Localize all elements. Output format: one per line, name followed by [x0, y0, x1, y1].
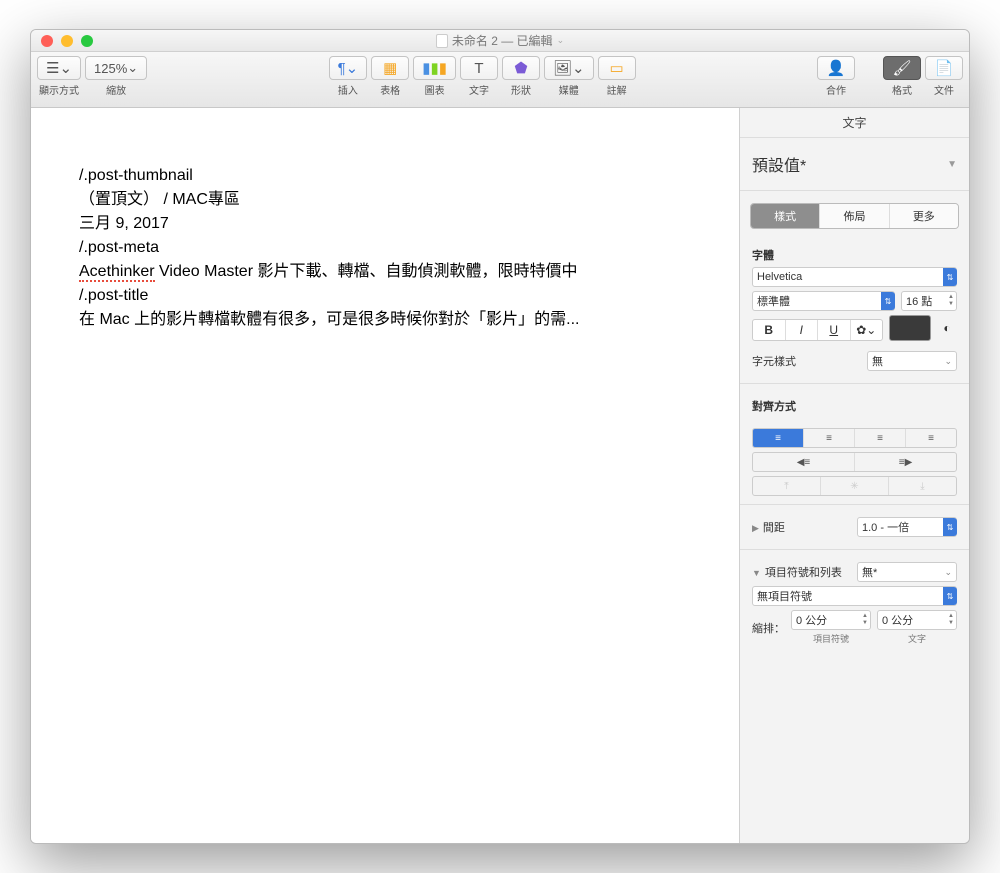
- window-title: 未命名 2 — 已編輯 ⌄: [31, 32, 969, 49]
- doc-line: /.post-thumbnail: [79, 164, 691, 188]
- color-picker-button[interactable]: ◐: [937, 315, 957, 341]
- bullet-type-select[interactable]: 無項目符號⇅: [752, 586, 957, 606]
- textbox-button[interactable]: T文字: [460, 56, 498, 97]
- inspector-segments: 樣式 佈局 更多: [750, 203, 959, 229]
- char-style-select[interactable]: 無⌄: [867, 351, 957, 371]
- underline-button[interactable]: U: [818, 320, 851, 340]
- indent-buttons: ◀≡ ≡▶: [752, 452, 957, 472]
- inspector-panel: 文字 預設值*▼ 樣式 佈局 更多 字體 Helvetica⇅ 標準體⇅ 16 …: [739, 108, 969, 843]
- disclosure-icon[interactable]: ▶: [752, 523, 759, 533]
- char-style-label: 字元樣式: [752, 353, 796, 369]
- seg-style[interactable]: 樣式: [751, 204, 820, 228]
- align-center-button[interactable]: ≡: [804, 429, 855, 447]
- indent-label: 縮排：: [752, 620, 785, 636]
- doc-line: 三月 9, 2017: [79, 212, 691, 236]
- doc-line: /.post-meta: [79, 236, 691, 260]
- align-left-button[interactable]: ≡: [753, 429, 804, 447]
- toolbar: ☰⌄顯示方式 125%⌄縮放 ¶⌄插入 ▦表格 ▮▮▮圖表 T文字 ⬟形狀 🖼⌄…: [31, 52, 969, 108]
- doc-line: Acethinker Video Master 影片下載、轉檔、自動偵測軟體，限…: [79, 260, 691, 284]
- bold-button[interactable]: B: [753, 320, 786, 340]
- seg-more[interactable]: 更多: [890, 204, 958, 228]
- document-area[interactable]: /.post-thumbnail （置頂文） / MAC專區 三月 9, 201…: [31, 108, 739, 843]
- paragraph-style-picker[interactable]: 預設值*▼: [740, 138, 969, 191]
- insert-button[interactable]: ¶⌄插入: [329, 56, 368, 97]
- valign-middle-button[interactable]: ✳: [821, 477, 889, 495]
- list-style-select[interactable]: 無*⌄: [857, 562, 957, 582]
- zoom-select[interactable]: 125%⌄縮放: [85, 56, 147, 97]
- view-button[interactable]: ☰⌄顯示方式: [37, 56, 81, 97]
- spacing-label: 間距: [763, 522, 785, 534]
- font-family-select[interactable]: Helvetica⇅: [752, 267, 957, 287]
- doc-line: （置頂文） / MAC專區: [79, 188, 691, 212]
- inspector-tab-text[interactable]: 文字: [740, 108, 969, 138]
- font-size-stepper[interactable]: 16 點▲▼: [901, 291, 957, 311]
- document-button[interactable]: 📄文件: [925, 56, 963, 97]
- line-spacing-select[interactable]: 1.0 - 一倍⇅: [857, 517, 957, 537]
- align-right-button[interactable]: ≡: [855, 429, 906, 447]
- outdent-button[interactable]: ◀≡: [753, 453, 855, 471]
- collab-button[interactable]: 👤合作: [817, 56, 855, 97]
- text-options-button[interactable]: ✿⌄: [851, 320, 883, 340]
- italic-button[interactable]: I: [786, 320, 819, 340]
- chart-button[interactable]: ▮▮▮圖表: [413, 56, 456, 97]
- valign-top-button[interactable]: ⤒: [753, 477, 821, 495]
- font-header: 字體: [752, 247, 957, 263]
- app-window: 未命名 2 — 已編輯 ⌄ ☰⌄顯示方式 125%⌄縮放 ¶⌄插入 ▦表格 ▮▮…: [30, 29, 970, 844]
- font-weight-select[interactable]: 標準體⇅: [752, 291, 895, 311]
- text-color-well[interactable]: [889, 315, 931, 341]
- format-button[interactable]: 🖌格式: [883, 56, 921, 97]
- vertical-align-group: ⤒ ✳ ⤓: [752, 476, 957, 496]
- bullets-label: 項目符號和列表: [765, 567, 842, 579]
- text-align-group: ≡ ≡ ≡ ≡: [752, 428, 957, 448]
- valign-bottom-button[interactable]: ⤓: [889, 477, 956, 495]
- shape-button[interactable]: ⬟形狀: [502, 56, 540, 97]
- align-justify-button[interactable]: ≡: [906, 429, 956, 447]
- indent-button[interactable]: ≡▶: [855, 453, 956, 471]
- doc-line: 在 Mac 上的影片轉檔軟體有很多，可是很多時候你對於「影片」的需...: [79, 308, 691, 332]
- alignment-header: 對齊方式: [752, 398, 957, 414]
- table-button[interactable]: ▦表格: [371, 56, 409, 97]
- document-icon: [436, 34, 448, 48]
- media-button[interactable]: 🖼⌄媒體: [544, 56, 594, 97]
- text-indent-stepper[interactable]: 0 公分▲▼: [877, 610, 957, 630]
- doc-line: /.post-title: [79, 284, 691, 308]
- bullet-indent-stepper[interactable]: 0 公分▲▼: [791, 610, 871, 630]
- disclosure-icon[interactable]: ▼: [752, 568, 761, 578]
- seg-layout[interactable]: 佈局: [820, 204, 889, 228]
- titlebar: 未命名 2 — 已編輯 ⌄: [31, 30, 969, 52]
- comment-button[interactable]: ▭註解: [598, 56, 636, 97]
